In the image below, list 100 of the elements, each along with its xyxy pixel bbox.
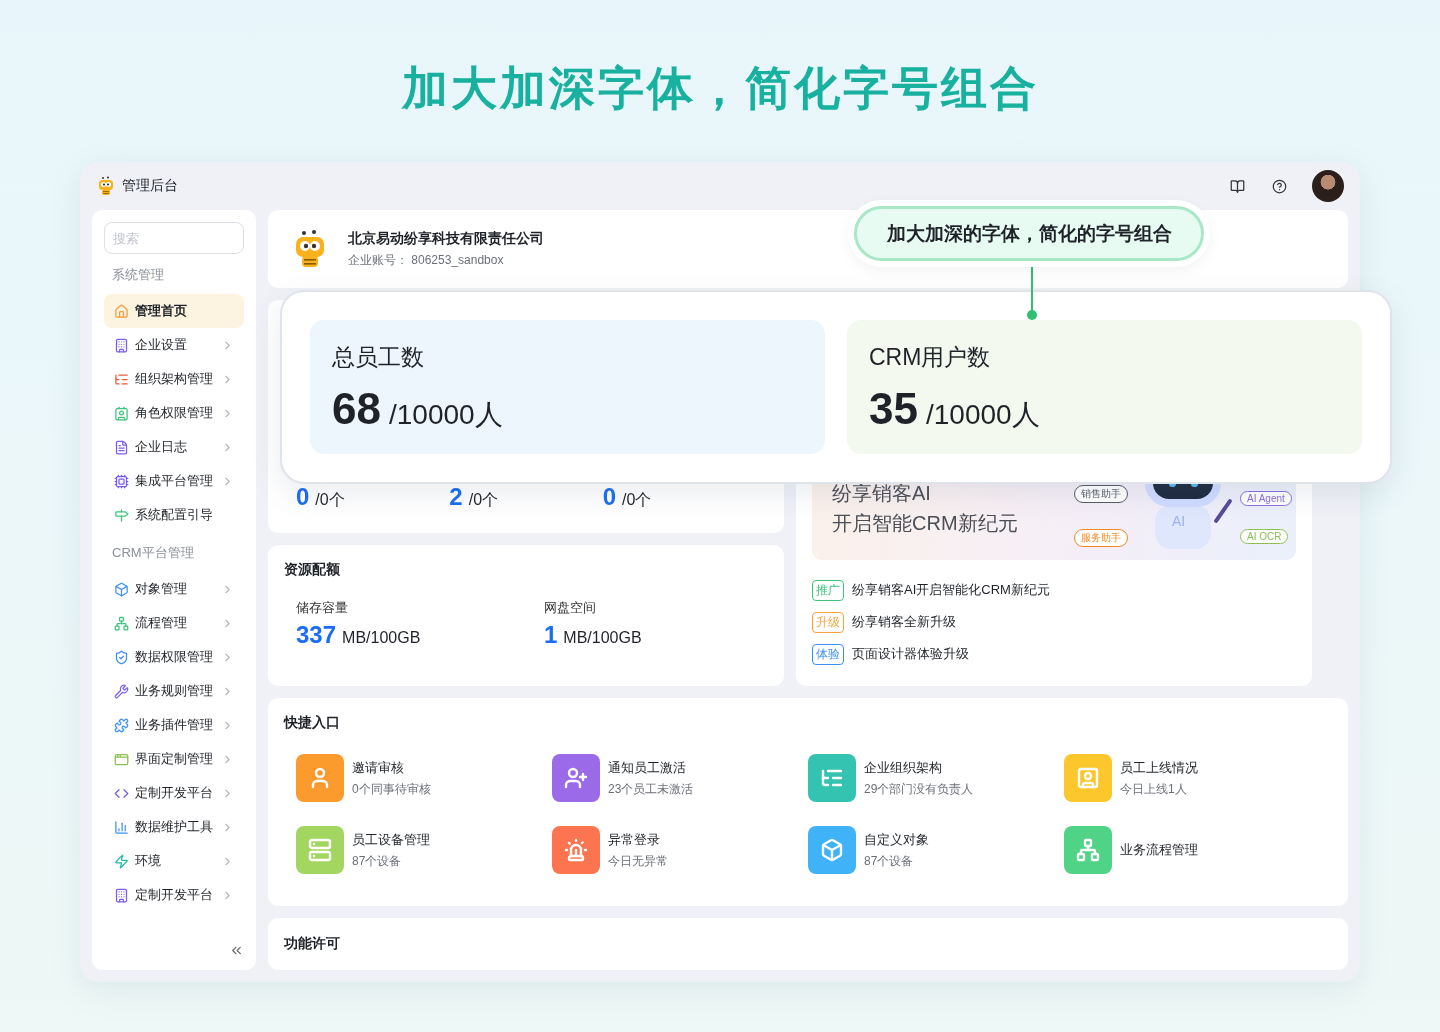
card-title: 功能许可 — [284, 935, 340, 953]
section-title: 系统管理 — [111, 266, 165, 284]
list-tree-icon — [114, 371, 129, 387]
quota-unit: MB/100GB — [563, 629, 642, 647]
quota-label: 网盘空间 — [544, 599, 597, 617]
sidebar-item[interactable]: 管理首页 — [104, 294, 244, 328]
chip-icon — [114, 473, 129, 489]
sidebar-item[interactable]: 环境 — [104, 844, 244, 878]
card-title: 资源配额 — [284, 561, 341, 579]
document-icon — [114, 439, 129, 455]
search-field[interactable]: 搜索 — [104, 222, 244, 254]
signpost-icon — [114, 507, 129, 523]
quick-entry-item[interactable]: 员工上线情况 今日上线1人 — [1064, 754, 1320, 802]
window-icon — [114, 751, 129, 767]
house-icon — [114, 303, 129, 319]
entry-title: 员工上线情况 — [1120, 758, 1198, 777]
quota-value: 337 — [296, 623, 337, 647]
sidebar-item[interactable]: 数据维护工具 — [104, 810, 244, 844]
siren-icon — [564, 838, 588, 862]
sidebar-item[interactable]: 对象管理 — [104, 572, 244, 606]
stat-value: 0 — [296, 485, 310, 509]
stat-total: /0个 — [622, 490, 652, 510]
feature-chip: AI OCR — [1240, 529, 1289, 544]
metric-total: /10000人 — [925, 398, 1040, 432]
entry-subtitle: 0个同事待审核 — [352, 780, 431, 798]
entry-title: 自定义对象 — [864, 830, 929, 849]
sidebar-item[interactable]: 业务插件管理 — [104, 708, 244, 742]
sidebar-item[interactable]: 数据权限管理 — [104, 640, 244, 674]
callout-text: 加大加深的字体，简化的字号组合 — [854, 206, 1204, 261]
metric-label: CRM用户数 — [869, 343, 992, 372]
sidebar-item[interactable]: 系统配置引导 — [104, 498, 244, 532]
quick-entry-item[interactable]: 通知员工激活 23个员工未激活 — [552, 754, 808, 802]
sidebar-item[interactable]: 界面定制管理 — [104, 742, 244, 776]
id-card-icon — [114, 405, 129, 421]
news-link[interactable]: 页面设计器体验升级 — [852, 645, 969, 663]
quota-unit: MB/100GB — [342, 629, 421, 647]
metric-label: 总员工数 — [332, 343, 425, 372]
entry-subtitle: 23个员工未激活 — [608, 780, 694, 798]
app-title: 管理后台 — [122, 177, 178, 195]
metric-total: /10000人 — [388, 398, 503, 432]
quick-entry-item[interactable]: 员工设备管理 87个设备 — [296, 826, 552, 874]
avatar[interactable] — [1312, 170, 1344, 202]
banner-title: 纷享销客AI — [832, 481, 931, 506]
sidebar-item[interactable]: 定制开发平台 — [104, 776, 244, 810]
banner-title: 开启智能CRM新纪元 — [832, 511, 1018, 536]
stat-total: /0个 — [315, 490, 345, 510]
entry-title: 异常登录 — [608, 830, 661, 849]
box-icon — [114, 581, 129, 597]
book-icon[interactable] — [1228, 177, 1246, 195]
entry-subtitle: 今日上线1人 — [1120, 780, 1188, 798]
add-user-icon — [564, 766, 588, 790]
cube-icon — [820, 838, 844, 862]
stat-value: 0 — [602, 485, 616, 509]
news-tag: 体验 — [812, 643, 844, 665]
lightning-icon — [114, 853, 129, 869]
bar-chart-icon — [114, 819, 129, 835]
entry-subtitle: 87个设备 — [352, 852, 403, 870]
sidebar-item[interactable]: 定制开发平台 — [104, 878, 244, 912]
news-tag: 升级 — [812, 611, 844, 633]
headline: 加大加深字体，简化字号组合 — [401, 61, 1039, 116]
feature-chip: 服务助手 — [1074, 529, 1128, 547]
section-title: CRM平台管理 — [111, 544, 195, 562]
entry-subtitle: 今日无异常 — [608, 852, 668, 870]
connector-line — [1027, 267, 1037, 320]
sidebar-item[interactable]: 业务规则管理 — [104, 674, 244, 708]
feature-chip: AI Agent — [1240, 491, 1292, 506]
news-link[interactable]: 纷享销客全新升级 — [852, 613, 956, 631]
quick-entry-item[interactable]: 邀请审核 0个同事待审核 — [296, 754, 552, 802]
entry-title: 员工设备管理 — [352, 830, 430, 849]
sidebar-item[interactable]: 组织架构管理 — [104, 362, 244, 396]
sidebar-item[interactable]: 角色权限管理 — [104, 396, 244, 430]
stat-total: /0个 — [468, 490, 499, 510]
news-link[interactable]: 纷享销客AI开启智能化CRM新纪元 — [852, 581, 1050, 599]
metric-value: 68 — [332, 387, 381, 431]
puzzle-icon — [114, 717, 129, 733]
quick-entry-item[interactable]: 异常登录 今日无异常 — [552, 826, 808, 874]
sidebar-item[interactable]: 流程管理 — [104, 606, 244, 640]
sidebar-item[interactable]: 集成平台管理 — [104, 464, 244, 498]
metric-value: 35 — [869, 387, 918, 431]
network-icon — [114, 615, 129, 631]
server-icon — [308, 838, 332, 862]
sidebar-item[interactable]: 企业日志 — [104, 430, 244, 464]
person-icon — [1076, 766, 1100, 790]
quick-entry-item[interactable]: 业务流程管理 — [1064, 826, 1320, 874]
help-icon[interactable] — [1270, 177, 1288, 195]
stat-value: 2 — [449, 485, 463, 509]
entry-subtitle: 29个部门没有负责人 — [864, 780, 974, 798]
entry-title: 邀请审核 — [352, 758, 405, 777]
entry-subtitle: 87个设备 — [864, 852, 915, 870]
company-name: 北京易动纷享科技有限责任公司 — [348, 229, 544, 248]
quick-entry-item[interactable]: 企业组织架构 29个部门没有负责人 — [808, 754, 1064, 802]
quota-label: 储存容量 — [296, 599, 349, 617]
wrench-icon — [114, 683, 129, 699]
quick-entry-item[interactable]: 自定义对象 87个设备 — [808, 826, 1064, 874]
feature-chip: 销售助手 — [1074, 485, 1128, 503]
news-tag: 推广 — [812, 579, 844, 601]
sidebar-item[interactable]: 企业设置 — [104, 328, 244, 362]
card-title: 快捷入口 — [284, 714, 341, 732]
quota-value: 1 — [544, 623, 558, 647]
company-account: 企业账号： 806253_sandbox — [348, 251, 505, 269]
